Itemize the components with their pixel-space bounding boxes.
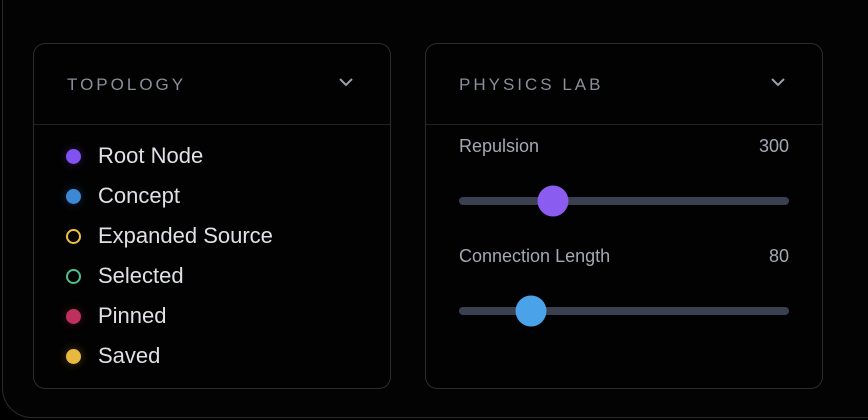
legend-list: Root Node Concept Expanded Source Select… (66, 136, 273, 376)
legend-dot-icon (66, 148, 81, 164)
topology-title: TOPOLOGY (67, 75, 187, 94)
physics-panel: PHYSICS LAB Repulsion 300 Connection Leng… (425, 43, 823, 389)
legend-dot-icon (66, 228, 81, 244)
slider-label: Repulsion (459, 136, 540, 156)
legend-dot-icon (66, 348, 81, 364)
legend-item: Selected (66, 256, 273, 296)
chevron-down-icon[interactable] (770, 76, 786, 88)
physics-title: PHYSICS LAB (459, 75, 604, 94)
legend-dot-icon (66, 188, 81, 204)
legend-dot-icon (66, 308, 81, 324)
repulsion-slider[interactable] (459, 185, 789, 217)
connection-length-slider[interactable] (459, 295, 789, 327)
slider-value: 80 (768, 246, 789, 266)
legend-item: Pinned (66, 296, 273, 336)
legend-label: Concept (98, 183, 180, 208)
legend-label: Root Node (98, 143, 204, 168)
legend-label: Pinned (98, 303, 167, 328)
physics-header[interactable]: PHYSICS LAB (426, 44, 822, 125)
legend-label: Selected (98, 263, 184, 288)
legend-dot-icon (66, 268, 81, 284)
slider-thumb[interactable] (515, 295, 547, 327)
legend-item: Concept (66, 176, 273, 216)
legend-label: Saved (98, 343, 161, 368)
connection-length-slider-group: Connection Length 80 (459, 246, 789, 327)
topology-header[interactable]: TOPOLOGY (34, 44, 390, 125)
slider-thumb[interactable] (537, 185, 569, 217)
slider-label: Connection Length (459, 246, 611, 266)
topology-panel: TOPOLOGY Root Node Concept Expanded Sour… (33, 43, 391, 389)
legend-item: Saved (66, 336, 273, 376)
legend-label: Expanded Source (98, 223, 273, 248)
slider-value: 300 (758, 136, 789, 156)
chevron-down-icon[interactable] (338, 76, 354, 88)
legend-item: Root Node (66, 136, 273, 176)
legend-item: Expanded Source (66, 216, 273, 256)
repulsion-slider-group: Repulsion 300 (459, 136, 789, 217)
